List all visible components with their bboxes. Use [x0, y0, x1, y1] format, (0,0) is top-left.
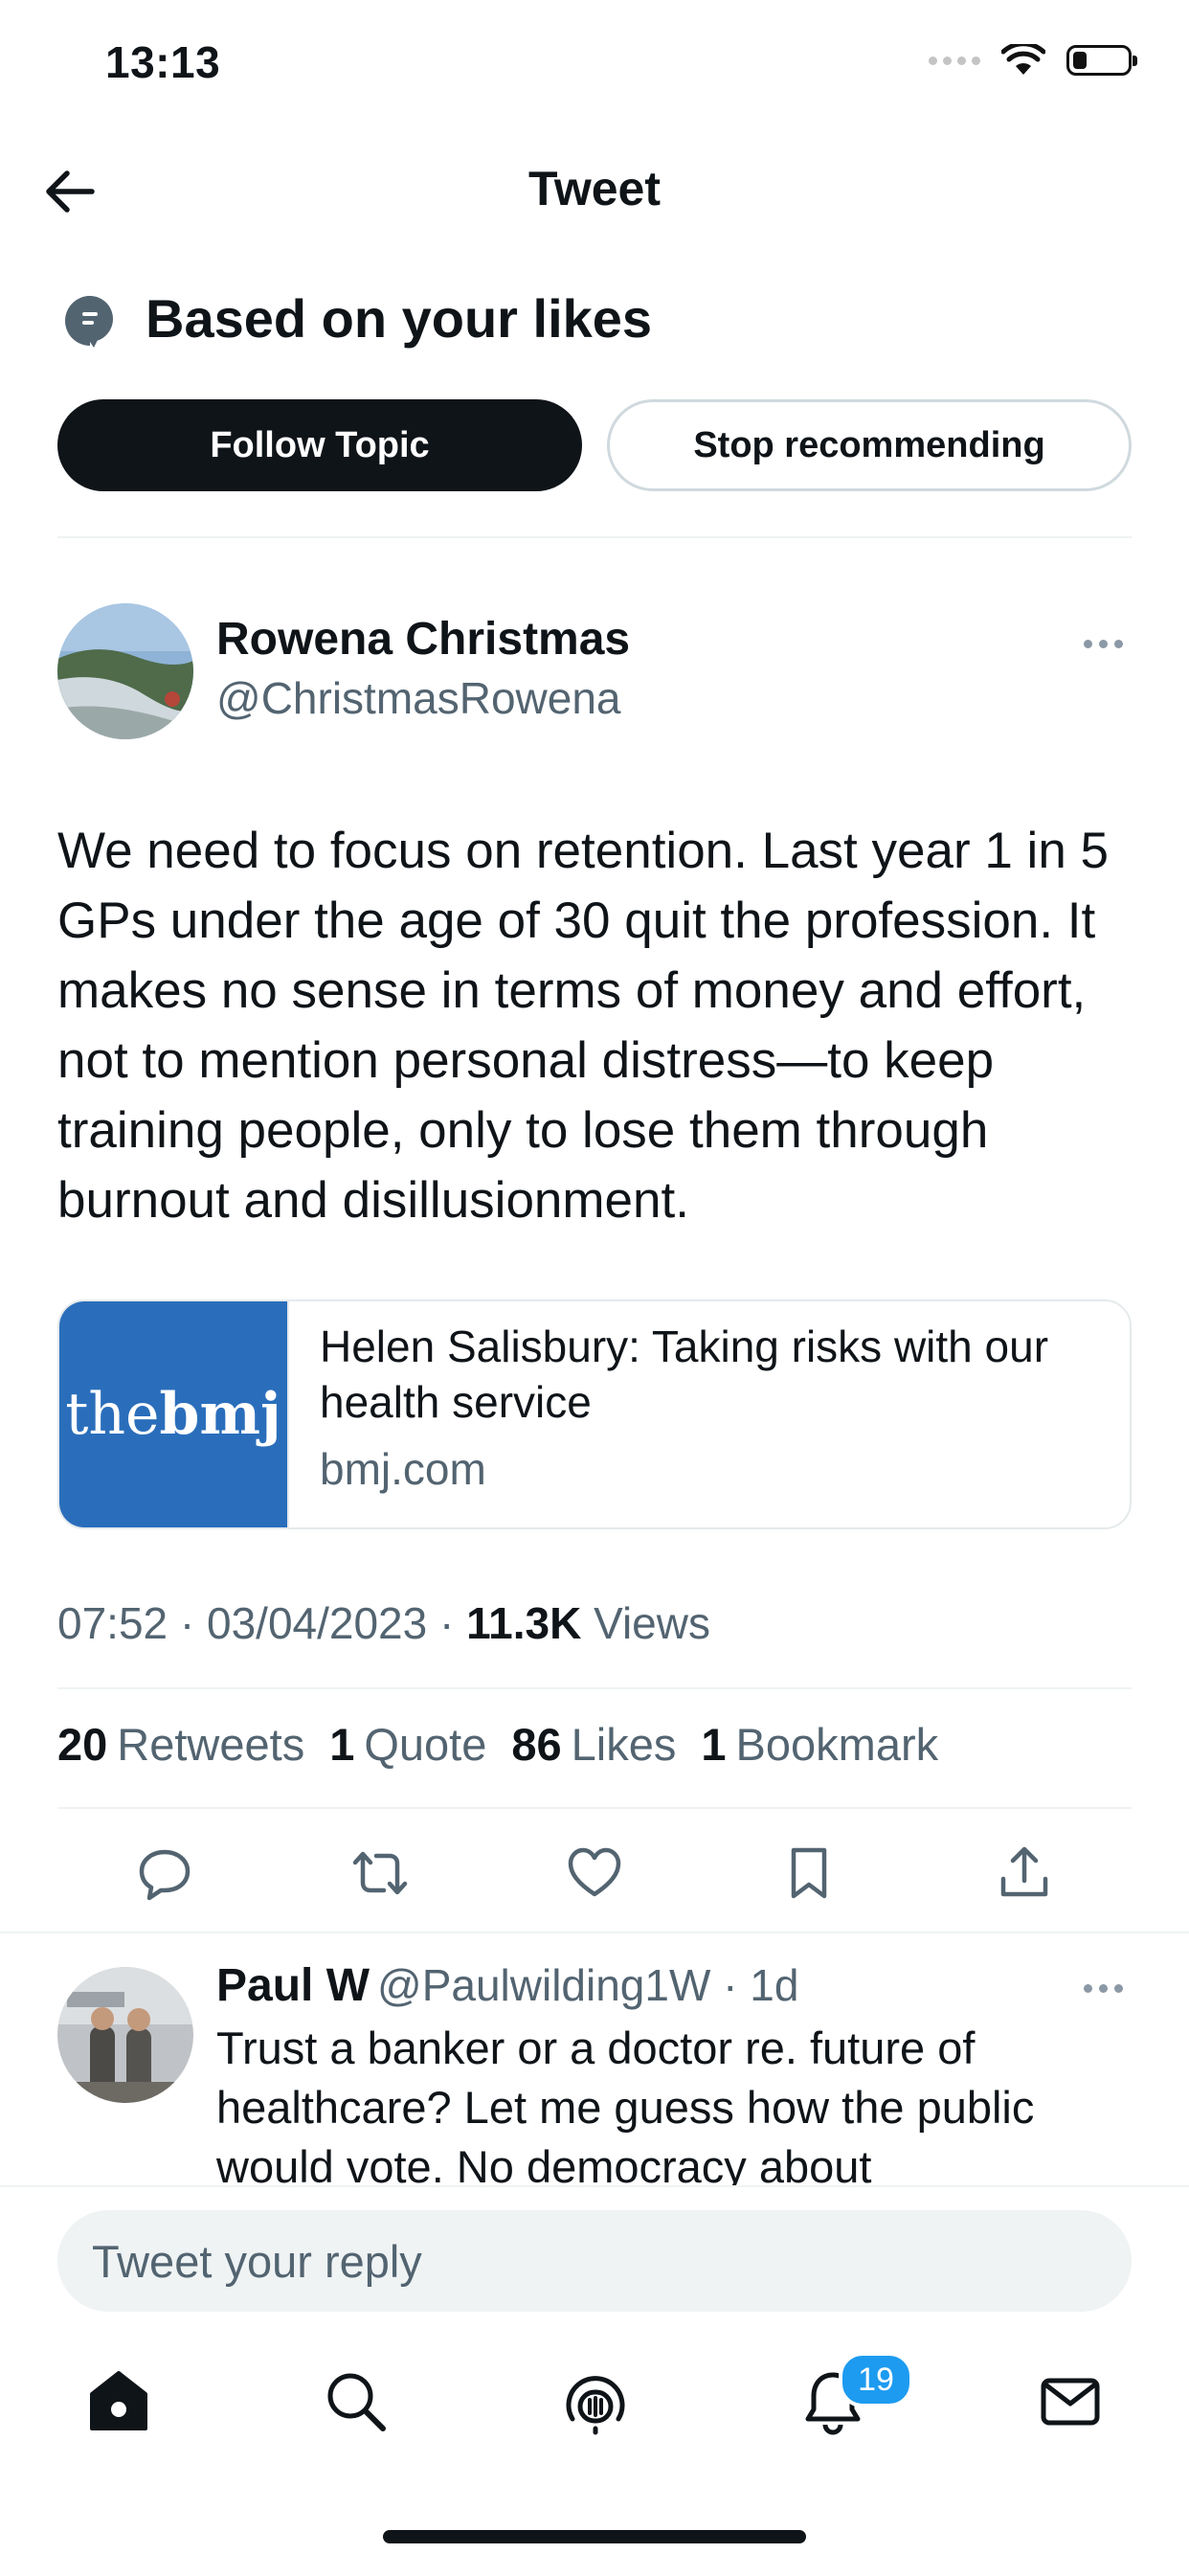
- tab-home[interactable]: [75, 2358, 163, 2446]
- quotes-stat[interactable]: 1 Quote: [329, 1718, 486, 1771]
- more-icon[interactable]: [1084, 640, 1123, 648]
- likes-stat[interactable]: 86 Likes: [511, 1718, 676, 1771]
- bookmarks-label: Bookmark: [735, 1719, 939, 1770]
- retweets-count: 20: [57, 1719, 108, 1770]
- page-title: Tweet: [528, 162, 661, 215]
- author-avatar[interactable]: [57, 603, 193, 739]
- bookmarks-stat[interactable]: 1 Bookmark: [701, 1718, 938, 1771]
- status-icons: [929, 44, 1137, 77]
- retweets-stat[interactable]: 20 Retweets: [57, 1718, 304, 1771]
- wifi-icon: [1001, 44, 1045, 75]
- share-icon[interactable]: [996, 1844, 1053, 1902]
- divider: [57, 1687, 1132, 1689]
- reply-text: Trust a banker or a doctor re. future of…: [216, 2022, 1035, 2192]
- author-handle[interactable]: @ChristmasRowena: [216, 672, 621, 724]
- reply-more-icon[interactable]: [1084, 1984, 1123, 1993]
- tweet-actions: [57, 1835, 1132, 1911]
- divider: [57, 536, 1132, 538]
- follow-topic-button[interactable]: Follow Topic: [57, 399, 582, 491]
- reply-handle-time[interactable]: @Paulwilding1W · 1d: [377, 1959, 798, 2011]
- search-icon: [327, 2373, 386, 2431]
- bookmarks-count: 1: [701, 1719, 727, 1770]
- divider: [0, 1932, 1189, 1933]
- status-time: 13:13: [105, 37, 221, 87]
- home-indicator[interactable]: [383, 2530, 806, 2543]
- divider: [57, 1807, 1132, 1809]
- retweets-label: Retweets: [117, 1719, 305, 1770]
- notifications-badge: 19: [839, 2352, 913, 2407]
- likes-label: Likes: [571, 1719, 677, 1770]
- tab-search[interactable]: [312, 2358, 400, 2446]
- reply-author-name[interactable]: Paul W: [216, 1959, 370, 2012]
- like-icon[interactable]: [566, 1844, 623, 1902]
- tweet-meta: 07:52 · 03/04/2023 · 11.3K Views: [57, 1597, 710, 1649]
- quotes-label: Quote: [364, 1719, 487, 1770]
- reply-avatar[interactable]: [57, 1967, 193, 2103]
- bmj-logo: the bmj: [59, 1301, 287, 1527]
- quotes-count: 1: [329, 1719, 355, 1770]
- home-icon: [90, 2371, 147, 2430]
- bmj-logo-bold: bmj: [159, 1381, 281, 1448]
- author-name[interactable]: Rowena Christmas: [216, 613, 630, 666]
- tweet-timestamp: 07:52 · 03/04/2023 ·: [57, 1598, 467, 1648]
- tab-messages[interactable]: [1026, 2358, 1114, 2446]
- stop-recommending-button[interactable]: Stop recommending: [607, 399, 1132, 491]
- tweet-text: We need to focus on retention. Last year…: [57, 823, 1109, 1229]
- likes-count: 86: [511, 1719, 562, 1770]
- reply-input[interactable]: Tweet your reply: [57, 2210, 1132, 2312]
- tweet-stats: 20 Retweets 1 Quote 86 Likes 1 Bookmark: [57, 1718, 938, 1771]
- battery-icon: [1066, 45, 1137, 76]
- views-label: Views: [581, 1598, 710, 1648]
- link-card[interactable]: the bmj Helen Salisbury: Taking risks wit…: [57, 1299, 1132, 1529]
- card-domain: bmj.com: [320, 1444, 486, 1494]
- signal-icon: [929, 56, 980, 65]
- retweet-icon[interactable]: [351, 1844, 409, 1902]
- topic-icon: [65, 296, 113, 348]
- card-title: Helen Salisbury: Taking risks with our h…: [320, 1322, 1049, 1427]
- topic-label: Based on your likes: [146, 288, 653, 349]
- views-count: 11.3K: [466, 1598, 582, 1648]
- tab-bar: [0, 2358, 1189, 2446]
- reply-input-placeholder: Tweet your reply: [92, 2235, 422, 2287]
- reply-icon[interactable]: [136, 1844, 193, 1902]
- tab-spaces[interactable]: [551, 2358, 639, 2446]
- bmj-logo-prefix: the: [65, 1381, 160, 1448]
- bookmark-icon[interactable]: [780, 1844, 838, 1902]
- spaces-icon: [566, 2376, 625, 2435]
- messages-icon: [1041, 2378, 1100, 2426]
